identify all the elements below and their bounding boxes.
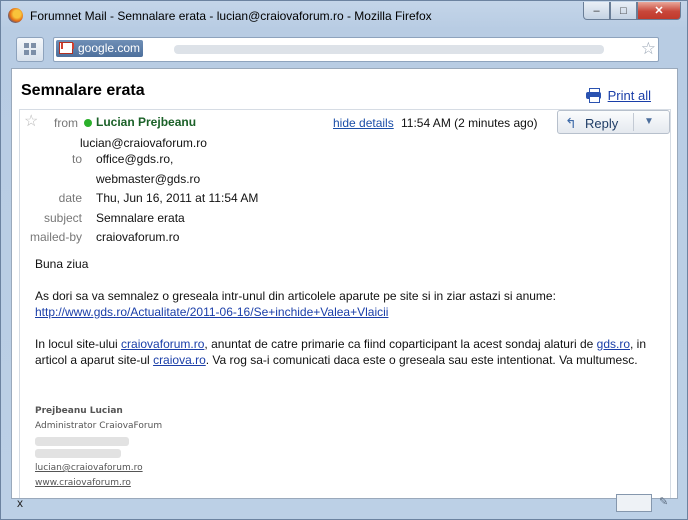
signature-name: Prejbeanu Lucian [35,406,123,416]
greeting: Buna ziua [35,257,89,271]
paragraph-2: In locul site-ului craiovaforum.ro, anun… [35,337,647,367]
mailed-by-value: craiovaforum.ro [96,230,180,244]
redacted-line [35,437,129,446]
status-widget[interactable] [616,494,652,512]
date-label: date [58,191,82,205]
status-bar: x ✎ [11,492,679,514]
print-all-link[interactable]: Print all [608,88,651,103]
minimize-button[interactable]: – [583,2,610,20]
navigation-bar: google.com ☆ [11,36,679,62]
from-label: from [54,116,78,130]
redacted-line [35,449,121,458]
subject-value: Semnalare erata [96,211,185,225]
title-bar[interactable]: Forumnet Mail - Semnalare erata - lucian… [1,1,687,31]
to-recipient-1: office@gds.ro, [96,152,174,166]
firefox-icon [8,8,23,23]
chevron-down-icon[interactable]: ▼ [644,116,654,127]
craiovaforum-link[interactable]: craiovaforum.ro [121,337,204,351]
mailed-by-label: mailed-by [29,230,82,244]
signature: Prejbeanu Lucian Administrator CraiovaFo… [35,404,162,491]
close-status-icon[interactable]: x [17,496,23,510]
message-body: Buna ziua As dori sa va semnalez o grese… [35,256,665,368]
window-controls: – □ ✕ [583,2,681,20]
page-content: Semnalare erata Print all ☆ from Lucian … [11,68,678,499]
gds-link[interactable]: gds.ro [597,337,630,351]
site-identity-button[interactable]: google.com [56,40,144,57]
paragraph-1: As dori sa va semnalez o greseala intr-u… [35,289,556,303]
craiova-link[interactable]: craiova.ro [153,353,206,367]
subject-label: subject [43,211,82,225]
online-status-icon [84,119,92,127]
maximize-button[interactable]: □ [610,2,637,20]
article-link[interactable]: http://www.gds.ro/Actualitate/2011-06-16… [35,305,388,319]
signature-title: Administrator CraiovaForum [35,421,163,431]
gmail-icon [59,42,74,54]
app-menu-button[interactable] [16,37,44,62]
bookmark-star-icon[interactable]: ☆ [641,39,656,59]
reply-arrow-icon: ↰ [565,115,577,131]
divider [633,113,634,131]
close-icon: ✕ [654,5,664,17]
date-value: Thu, Jun 16, 2011 at 11:54 AM [96,191,259,205]
reply-button[interactable]: ↰ Reply ▼ [557,110,670,134]
printer-icon[interactable] [586,88,601,103]
message-card: ☆ from Lucian Prejbeanu hide details 11:… [19,109,671,498]
window-title: Forumnet Mail - Semnalare erata - lucian… [30,9,432,23]
signature-email-link[interactable]: lucian@craiovaforum.ro [35,463,143,473]
address-bar[interactable]: google.com ☆ [53,37,659,62]
sender-email: lucian@craiovaforum.ro [80,136,207,150]
reply-label: Reply [585,116,619,131]
browser-window: Forumnet Mail - Semnalare erata - lucian… [0,0,688,520]
to-recipient-2: webmaster@gds.ro [96,172,201,186]
close-button[interactable]: ✕ [637,2,681,20]
page-title: Semnalare erata [21,82,145,99]
signature-website-link[interactable]: www.craiovaforum.ro [35,478,131,488]
sender-name[interactable]: Lucian Prejbeanu [96,115,196,129]
maximize-icon: □ [620,4,627,17]
site-label: google.com [78,41,141,55]
grid-icon [24,43,29,48]
url-text-blurred [174,45,604,54]
minimize-icon: – [593,4,600,17]
message-header: ☆ from Lucian Prejbeanu hide details 11:… [20,110,670,134]
hide-details-link[interactable]: hide details [333,116,394,130]
message-time: 11:54 AM (2 minutes ago) [401,116,538,130]
addon-icon[interactable]: ✎ [659,495,675,509]
to-label: to [71,152,82,166]
star-icon[interactable]: ☆ [24,111,38,131]
